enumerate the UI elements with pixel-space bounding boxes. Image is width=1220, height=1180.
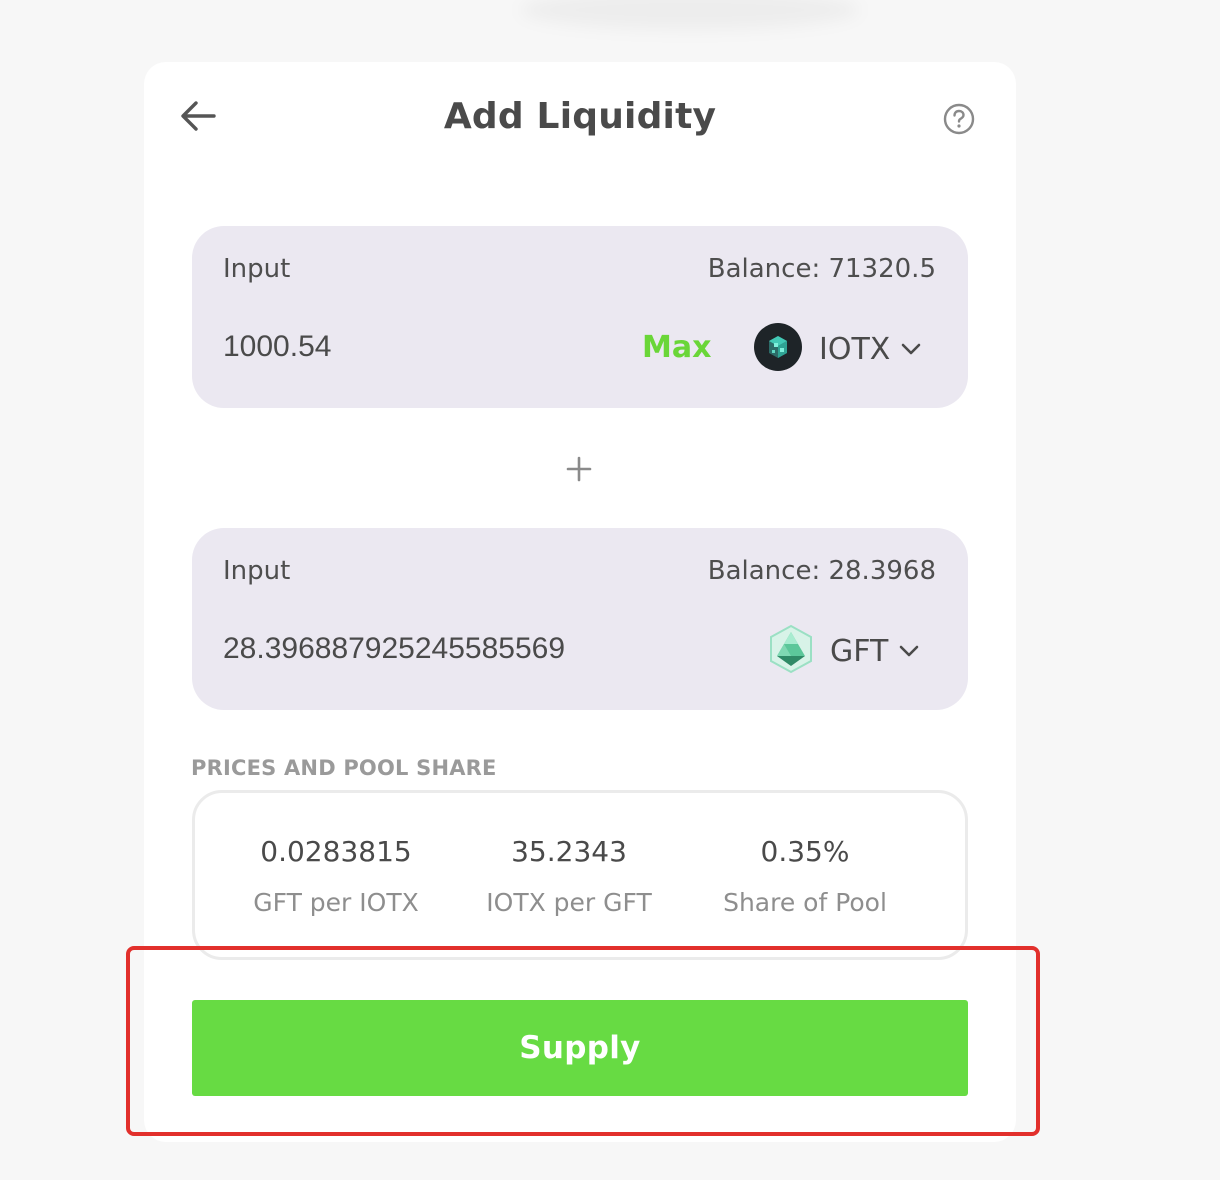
- token-select-gft[interactable]: GFT: [768, 624, 920, 678]
- stat-share-of-pool: 0.35% Share of Pool: [723, 835, 887, 917]
- balance-text: Balance: 28.3968: [707, 556, 936, 586]
- chevron-down-icon: [900, 338, 922, 360]
- token-symbol: GFT: [830, 633, 889, 669]
- stat-gft-per-iotx: 0.0283815 GFT per IOTX: [253, 835, 418, 917]
- amount-input-iotx[interactable]: [223, 330, 643, 364]
- stat-caption: IOTX per GFT: [486, 888, 652, 917]
- iotx-token-icon: [753, 322, 803, 376]
- stat-iotx-per-gft: 35.2343 IOTX per GFT: [486, 835, 651, 917]
- gft-token-icon: [768, 624, 814, 678]
- prices-section-label: PRICES AND POOL SHARE: [191, 756, 497, 780]
- input-panel-gft: Input Balance: 28.3968 GFT: [192, 528, 968, 710]
- token-symbol: IOTX: [819, 331, 891, 367]
- stat-value: 0.0283815: [260, 835, 412, 868]
- plus-icon: [564, 454, 594, 484]
- chevron-down-icon: [898, 640, 920, 662]
- stat-caption: Share of Pool: [723, 888, 887, 917]
- question-circle-icon[interactable]: [942, 102, 976, 136]
- token-select-iotx[interactable]: IOTX: [753, 322, 922, 376]
- prices-and-pool-share-box: 0.0283815 GFT per IOTX 35.2343 IOTX per …: [192, 790, 968, 960]
- balance-text: Balance: 71320.5: [707, 254, 936, 284]
- stat-value: 0.35%: [760, 835, 850, 868]
- input-panel-iotx: Input Balance: 71320.5 Max IOTX: [192, 226, 968, 408]
- top-shadow: [520, 0, 860, 30]
- input-label: Input: [223, 556, 291, 586]
- stat-value: 35.2343: [511, 835, 627, 868]
- max-button[interactable]: Max: [642, 330, 711, 365]
- page-title: Add Liquidity: [443, 96, 717, 137]
- amount-input-gft[interactable]: [223, 632, 743, 666]
- input-label: Input: [223, 254, 291, 284]
- highlight-annotation-box: [126, 946, 1040, 1136]
- stat-caption: GFT per IOTX: [253, 888, 419, 917]
